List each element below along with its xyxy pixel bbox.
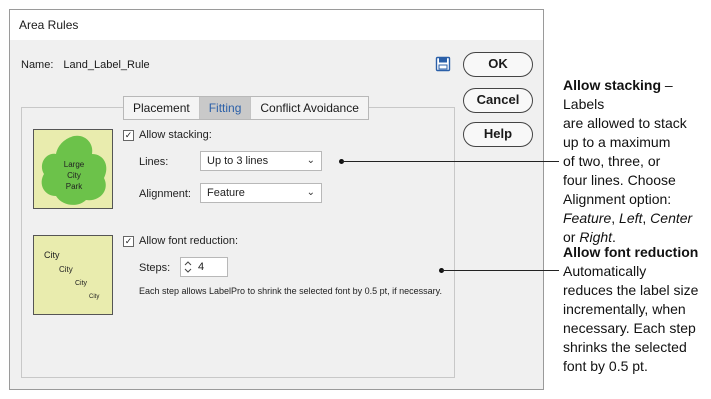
stacking-preview-thumbnail: Large City Park (33, 129, 113, 209)
dialog-title: Area Rules (10, 10, 543, 40)
chevron-down-icon: ⌄ (306, 187, 315, 198)
annotation-dash: – (661, 77, 673, 93)
allow-font-reduction-checkbox[interactable]: ✓ (123, 236, 134, 247)
font-reduction-description: Each step allows LabelPro to shrink the … (139, 286, 442, 296)
allow-stacking-label: Allow stacking: (139, 129, 212, 141)
stepper-arrows-icon[interactable] (183, 259, 193, 275)
area-rules-dialog: Area Rules Name: Land_Label_Rule OK Cance… (9, 9, 544, 390)
annotation-text: of two, three, or (563, 153, 661, 169)
chevron-down-icon: ⌄ (306, 155, 315, 166)
help-button[interactable]: Help (463, 122, 533, 147)
save-icon[interactable] (435, 56, 451, 72)
callout-line-stacking (341, 161, 559, 162)
steps-stepper[interactable]: 4 (180, 257, 228, 277)
annotation-font-title: Allow font reduction (563, 244, 699, 260)
lines-select[interactable]: Up to 3 lines ⌄ (200, 151, 322, 171)
tab-placement[interactable]: Placement (124, 97, 200, 119)
park-label: Large City Park (34, 159, 114, 192)
callout-line-font (441, 270, 559, 271)
annotation-text: up to a maximum (563, 134, 671, 150)
allow-font-reduction-label: Allow font reduction: (139, 235, 239, 247)
name-row: Name: Land_Label_Rule (21, 59, 150, 71)
city-label-4: City (89, 294, 100, 300)
cancel-button[interactable]: Cancel (463, 88, 533, 113)
tab-fitting[interactable]: Fitting (199, 97, 252, 119)
steps-value[interactable]: 4 (198, 258, 204, 276)
annotation-stacking: Allow stacking – Labels are allowed to s… (563, 76, 711, 247)
tab-bar: Placement Fitting Conflict Avoidance (123, 96, 369, 120)
annotation-option: Left (619, 210, 643, 226)
alignment-select[interactable]: Feature ⌄ (200, 183, 322, 203)
city-label-1: City (44, 250, 60, 260)
name-value[interactable]: Land_Label_Rule (63, 59, 149, 71)
annotation-text: are allowed to stack (563, 115, 687, 131)
annotation-text: incrementally, when (563, 301, 686, 317)
tab-conflict-avoidance[interactable]: Conflict Avoidance (251, 97, 368, 119)
annotation-text: Automatically (563, 263, 647, 279)
city-label-2: City (59, 265, 73, 274)
name-label: Name: (21, 59, 54, 71)
annotation-comma: , (611, 210, 620, 226)
lines-label: Lines: (139, 156, 169, 168)
annotation-text: four lines. Choose (563, 172, 676, 188)
annotation-option: Feature (563, 210, 612, 226)
alignment-select-value: Feature (207, 187, 245, 199)
city-label-3: City (75, 280, 88, 287)
allow-stacking-checkbox[interactable]: ✓ (123, 130, 134, 141)
annotation-text: Labels (563, 96, 605, 112)
annotation-text: necessary. Each step (563, 320, 696, 336)
lines-select-value: Up to 3 lines (207, 155, 269, 167)
annotation-text: reduces the label size (563, 282, 699, 298)
ok-button[interactable]: OK (463, 52, 533, 77)
annotation-text: font by 0.5 pt. (563, 358, 648, 374)
annotation-stacking-title: Allow stacking (563, 77, 662, 93)
alignment-label: Alignment: (139, 188, 191, 200)
annotation-text: Alignment option: (563, 191, 672, 207)
font-reduction-preview-thumbnail: City City City City (33, 235, 113, 315)
annotation-comma: , (642, 210, 651, 226)
annotation-font-reduction: Allow font reduction Automatically reduc… (563, 243, 698, 376)
park-label-line: Park (65, 182, 83, 191)
annotation-text: shrinks the selected (563, 339, 687, 355)
park-label-line: Large (63, 160, 85, 169)
annotation-option: Center (650, 210, 693, 226)
steps-label: Steps: (139, 262, 171, 274)
park-label-line: City (67, 171, 81, 180)
